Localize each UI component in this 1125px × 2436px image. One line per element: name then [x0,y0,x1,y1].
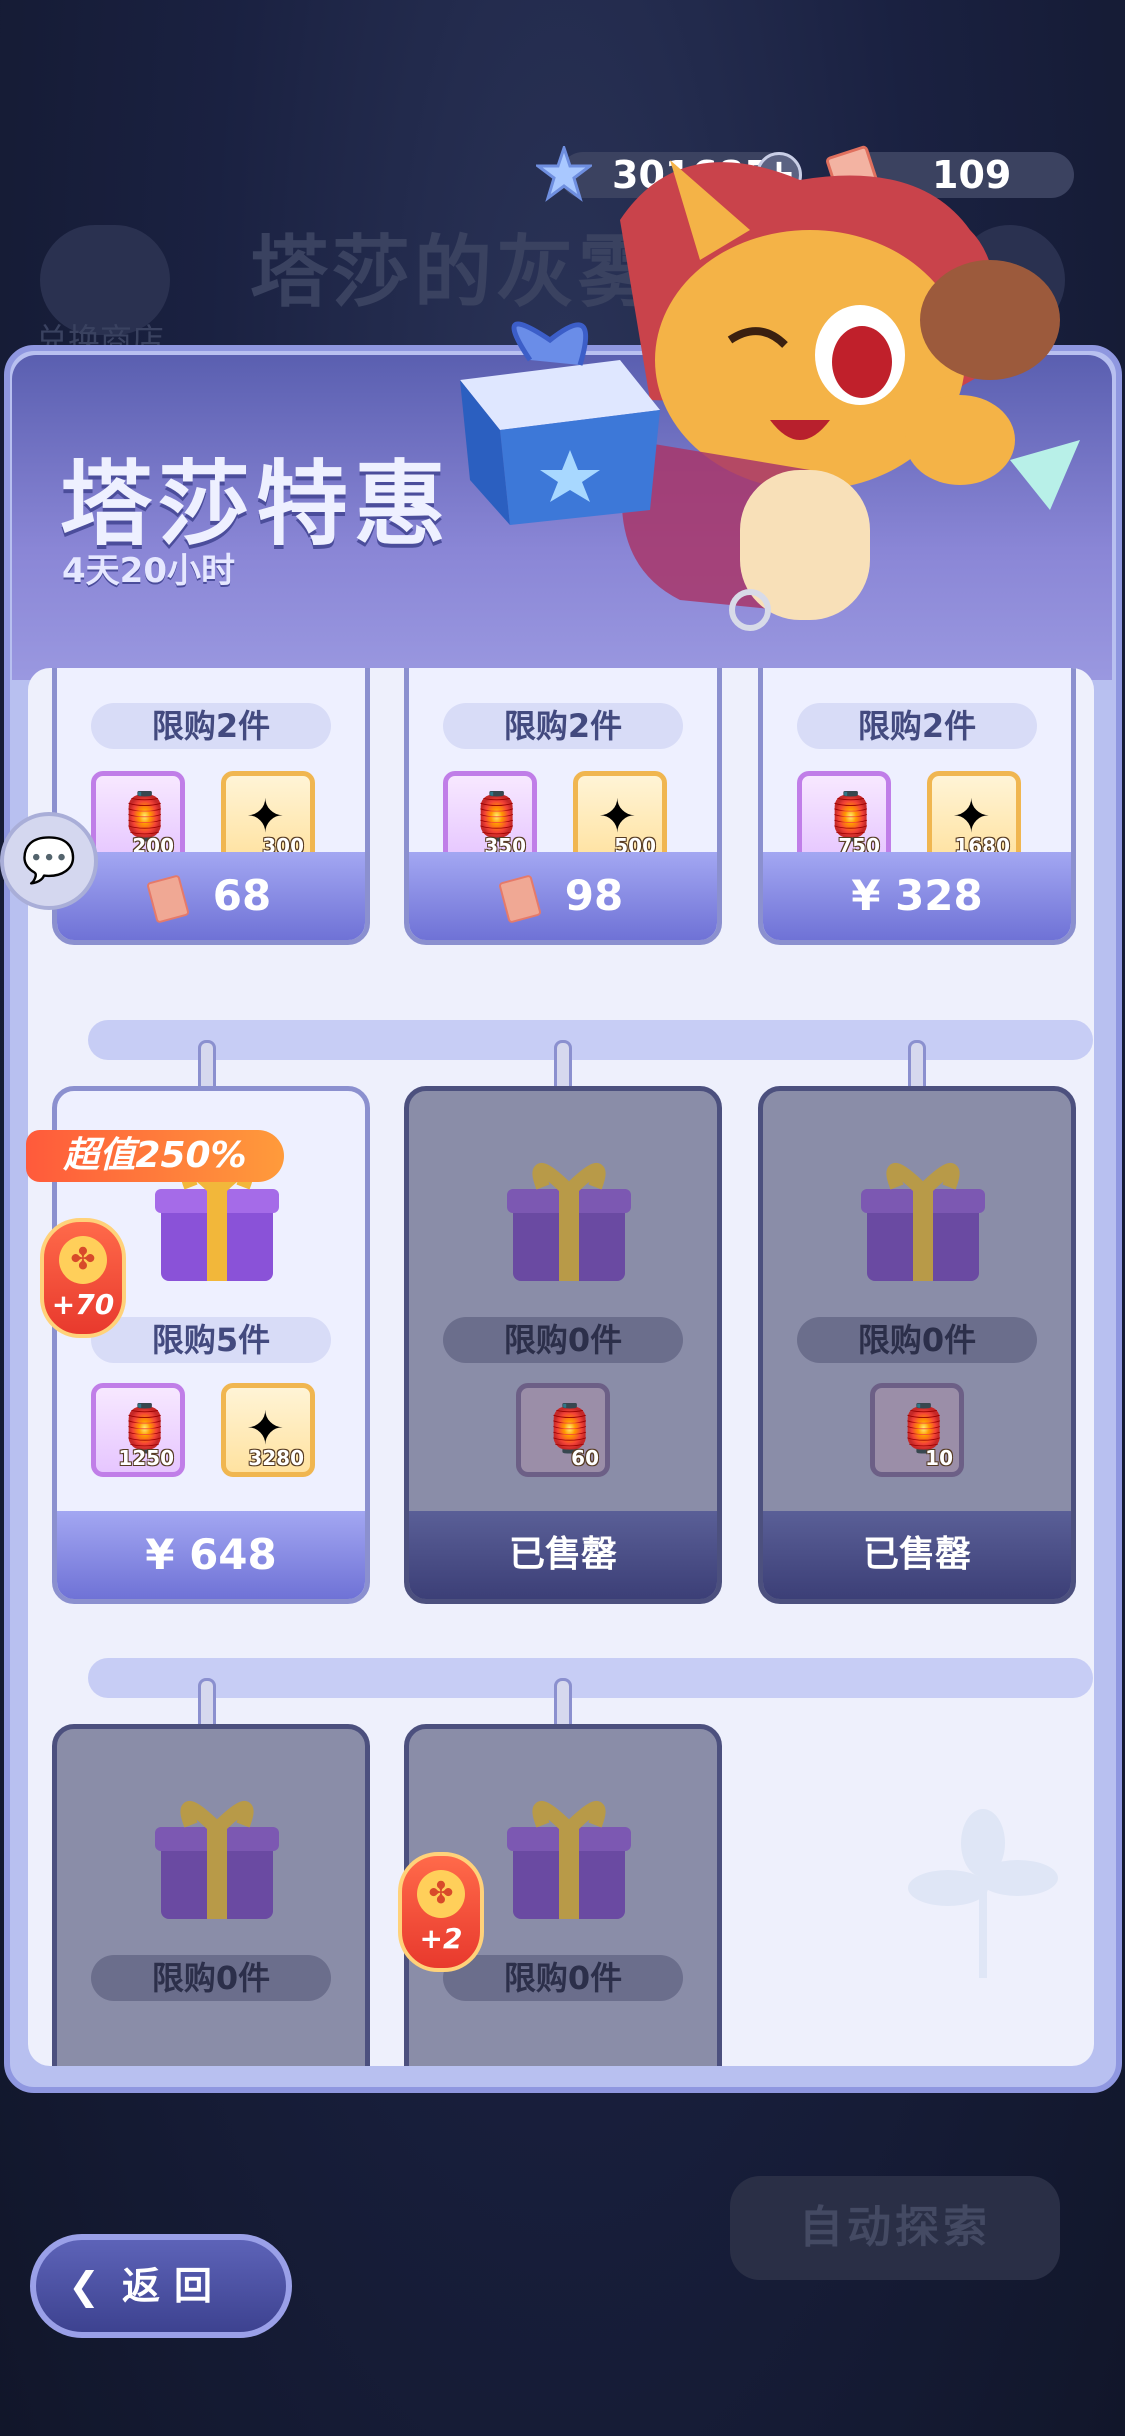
price-label: ¥ 328 [851,871,983,920]
reward-item: ✦ 300 [221,771,315,865]
back-label: 返回 [122,2264,227,2308]
buy-button[interactable]: 98 [409,852,717,940]
gift-box-icon [861,1163,985,1281]
purchase-limit: 限购5件 [91,1317,331,1363]
sold-out-button[interactable]: 已售罄 [763,1511,1071,1599]
gift-box-icon [155,1801,279,1919]
deal-card[interactable]: 限购2件 🏮 350 ✦ 500 98 [404,668,722,945]
clover-icon: ✤ [59,1236,107,1284]
reward-item: ✦ 1680 [927,771,1021,865]
price-label: 98 [564,871,624,920]
reward-item: ✦ 3280 [221,1383,315,1477]
card-rail [88,1658,1093,1698]
purchase-limit: 限购2件 [91,703,331,749]
value-badge: 超值250% [26,1130,284,1182]
purchase-limit: 限购0件 [797,1317,1037,1363]
buy-button[interactable]: 68 [57,852,365,940]
purchase-limit: 限购2件 [797,703,1037,749]
ticket-icon [497,873,542,924]
clover-icon: ✤ [417,1870,465,1918]
deal-card[interactable]: 限购2件 🏮 750 ✦ 1680 ¥ 328 [758,668,1076,945]
price-label: ¥ 648 [145,1530,277,1579]
ticket-icon [145,873,190,924]
deal-card[interactable]: 限购2件 🏮 200 ✦ 300 68 [52,668,370,945]
reward-item: 🏮 60 [516,1383,610,1477]
deal-card[interactable]: 限购0件 [52,1724,370,2066]
reward-item: 🏮 200 [91,771,185,865]
auto-explore-button[interactable]: 自动探索 [730,2176,1060,2280]
card-grid: 限购2件 🏮 200 ✦ 300 68 限购2件 🏮 350 ✦ 500 98 限购2件… [28,668,1094,2066]
item-qty: 10 [925,1446,953,1470]
card-rail [88,1020,1093,1060]
buy-button[interactable]: ¥ 328 [763,852,1071,940]
item-qty: 3280 [248,1446,304,1470]
reward-item: 🏮 1250 [91,1383,185,1477]
gift-box-icon [507,1801,631,1919]
back-arrow-icon: ❮ [68,2264,100,2308]
deal-card[interactable]: 限购0件 🏮 10 已售罄 [758,1086,1076,1604]
price-label: 68 [212,871,272,920]
plant-decoration [908,1809,1058,1978]
reward-item: 🏮 750 [797,771,891,865]
bonus-amount: +2 [419,1922,463,1955]
item-qty: 60 [571,1446,599,1470]
price-label: 已售罄 [508,1534,617,1575]
purchase-limit: 限购2件 [443,703,683,749]
purchase-limit: 限购0件 [91,1955,331,2001]
reward-item: 🏮 350 [443,771,537,865]
gift-box-icon [460,321,660,525]
chat-bubble-icon: 💬 [21,835,77,886]
buy-button[interactable]: ¥ 648 [57,1511,365,1599]
gift-box-icon [507,1163,631,1281]
banner-timer: 4天20小时 [62,551,235,591]
reward-item: ✦ 500 [573,771,667,865]
price-label: 已售罄 [862,1534,971,1575]
purchase-limit: 限购0件 [443,1955,683,2001]
chat-button[interactable]: 💬 [0,812,98,910]
bonus-amount: +70 [51,1288,115,1321]
reward-item: 🏮 10 [870,1383,964,1477]
item-qty: 1250 [118,1446,174,1470]
purchase-limit: 限购0件 [443,1317,683,1363]
sold-out-button[interactable]: 已售罄 [409,1511,717,1599]
back-button[interactable]: ❮ 返回 [30,2234,292,2338]
deal-card[interactable]: 限购0件 🏮 60 已售罄 [404,1086,722,1604]
bonus-coin-badge: ✤ +70 [40,1218,126,1338]
bonus-coin-badge: ✤ +2 [398,1852,484,1972]
